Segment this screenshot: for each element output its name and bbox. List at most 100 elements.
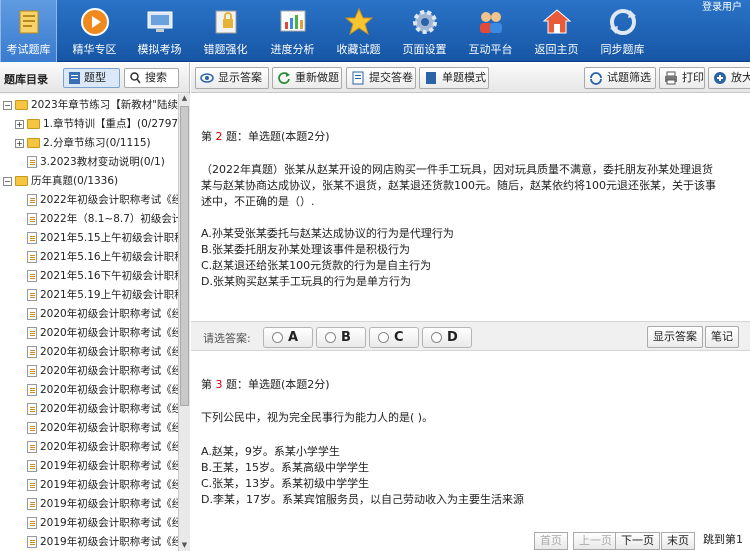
show-answer-button[interactable]: 显示答案 [647, 326, 703, 348]
tree-node-label: 2020年初级会计职称考试《经 [40, 365, 178, 377]
answer-option-b[interactable]: B [316, 327, 366, 348]
tree-node[interactable]: 2020年初级会计职称考试《经 [15, 305, 178, 324]
tree-node[interactable]: 2022年（8.1~8.7）初级会计 [15, 210, 178, 229]
tree-node[interactable]: 2019年初级会计职称考试《经 [15, 533, 178, 551]
scroll-thumb[interactable] [180, 106, 189, 406]
tree-node[interactable]: 2020年初级会计职称考试《经 [15, 438, 178, 457]
question-option: A.赵某，9岁。系某小学学生 [201, 445, 340, 458]
tool-exam-bank[interactable]: 考试题库 [0, 0, 57, 62]
radio-icon [325, 332, 336, 343]
tree-node[interactable]: 2019年初级会计职称考试《经 [15, 476, 178, 495]
submit-button[interactable]: 提交答卷 [346, 67, 416, 89]
page-icon [426, 72, 436, 84]
tool-favorites[interactable]: 收藏试题 [330, 0, 387, 62]
tree-node[interactable]: 2022年初级会计职称考试《经 [15, 191, 178, 210]
login-status[interactable]: 登录用户 [702, 0, 742, 13]
document-icon [27, 441, 37, 453]
tree-node[interactable]: 2020年初级会计职称考试《经 [15, 400, 178, 419]
document-icon [27, 403, 37, 415]
tree-node[interactable]: 2019年初级会计职称考试《经 [15, 495, 178, 514]
search-button[interactable]: 搜索 [124, 68, 179, 88]
document-icon [352, 71, 364, 85]
tool-mock-exam[interactable]: 模拟考场 [131, 0, 188, 62]
collapse-icon[interactable]: − [3, 100, 12, 110]
next-page-button[interactable]: 下一页 [615, 532, 660, 550]
prev-page-button[interactable]: 上一页 [573, 532, 618, 550]
tool-progress[interactable]: 进度分析 [264, 0, 321, 62]
tree-node[interactable]: − 2023年章节练习【新教材"陆续更 [3, 96, 178, 115]
tree-node-label: 2020年初级会计职称考试《经 [40, 403, 178, 415]
answer-option-d[interactable]: D [422, 327, 472, 348]
tree-node[interactable]: 2020年初级会计职称考试《经 [15, 381, 178, 400]
tree-node[interactable]: 2021年5.15上午初级会计职称 [15, 229, 178, 248]
tree-node-label: 2019年初级会计职称考试《经 [40, 536, 178, 548]
question-type-button[interactable]: 题型 [63, 68, 120, 88]
tree-node[interactable]: 2019年初级会计职称考试《经 [15, 514, 178, 533]
folder-icon [27, 138, 40, 148]
tool-home[interactable]: 返回主页 [528, 0, 585, 62]
tree-node[interactable]: 2021年5.16下午初级会计职称 [15, 267, 178, 286]
zoom-in-icon [714, 72, 726, 84]
tool-sync[interactable]: 同步题库 [594, 0, 651, 62]
sync-icon [609, 9, 636, 35]
tree-node[interactable]: +2.分章节练习(0/1115) [15, 134, 151, 153]
tree-node-label: 2020年初级会计职称考试《经 [40, 308, 178, 320]
tree-node[interactable]: 2020年初级会计职称考试《经 [15, 343, 178, 362]
tree-node[interactable]: 2020年初级会计职称考试《经 [15, 419, 178, 438]
tree-node-label: 2020年初级会计职称考试《经 [40, 384, 178, 396]
answer-option-a[interactable]: A [263, 327, 313, 348]
document-icon [27, 251, 37, 263]
collapse-icon[interactable]: − [3, 176, 12, 186]
tree-node[interactable]: +1.章节特训【重点】(0/2797 [15, 115, 178, 134]
tree-node-label: 1.章节特训【重点】(0/2797 [43, 118, 178, 130]
zoom-in-button[interactable]: 放大 [708, 67, 750, 89]
note-button[interactable]: 笔记 [705, 326, 739, 348]
tool-page-settings[interactable]: 页面设置 [396, 0, 453, 62]
document-icon [27, 479, 37, 491]
question-option: D.李某，17岁。系某宾馆服务员，以自己劳动收入为主要生活来源 [201, 493, 524, 506]
tree-node[interactable]: 2020年初级会计职称考试《经 [15, 362, 178, 381]
chapter-tree: −2023年章节练习【新教材"陆续更 +1.章节特训【重点】(0/2797 +2.分… [0, 94, 178, 551]
document-icon [27, 156, 37, 168]
tree-node-label: 历年真题(0/1336) [31, 175, 119, 187]
single-mode-button[interactable]: 单题模式 [419, 67, 489, 89]
expand-icon[interactable]: + [15, 119, 24, 129]
filter-button[interactable]: 试题筛选 [584, 67, 656, 89]
tool-highlights[interactable]: 精华专区 [66, 0, 123, 62]
panel-header: 题库目录 题型 搜索 [0, 63, 189, 93]
book-icon [19, 10, 38, 34]
home-icon [542, 9, 571, 34]
tree-node[interactable]: 2021年5.16上午初级会计职称 [15, 248, 178, 267]
tree-node[interactable]: 2019年初级会计职称考试《经 [15, 457, 178, 476]
answer-option-c[interactable]: C [369, 327, 419, 348]
scroll-down-icon[interactable]: ▼ [180, 541, 189, 551]
question-option: A.孙某受张某委托与赵某达成协议的行为是代理行为 [201, 227, 454, 240]
tree-node[interactable]: 3.2023教材变动说明(0/1) [15, 153, 165, 172]
folder-icon [15, 100, 28, 110]
tool-interactive[interactable]: 互动平台 [462, 0, 519, 62]
eye-icon [200, 73, 214, 83]
last-page-button[interactable]: 末页 [661, 532, 695, 550]
tool-label: 页面设置 [402, 43, 447, 56]
expand-icon[interactable]: + [15, 138, 24, 148]
show-answer-button[interactable]: 显示答案 [195, 67, 269, 89]
question-area: 显示答案 重新做题 提交答卷 单题模式 试题筛选 打印 放大 第 2 题：单选题… [191, 63, 750, 551]
tree-node[interactable]: 2021年5.19上午初级会计职称 [15, 286, 178, 305]
first-page-button[interactable]: 首页 [534, 532, 568, 550]
print-button[interactable]: 打印 [659, 67, 705, 89]
jump-to-page[interactable]: 跳到第1 [698, 532, 748, 550]
question-number: 2 [215, 130, 223, 143]
document-icon [27, 327, 37, 339]
document-icon [27, 517, 37, 529]
document-icon [27, 213, 37, 225]
tree-node[interactable]: − 历年真题(0/1336) [3, 172, 118, 191]
tree-scrollbar[interactable]: ▲ ▼ [178, 94, 190, 551]
tree-node-label: 2021年5.16上午初级会计职称 [40, 251, 178, 263]
question-option: D.张某购买赵某手工玩具的行为是单方行为 [201, 275, 411, 288]
redo-button[interactable]: 重新做题 [272, 67, 342, 89]
document-icon [27, 232, 37, 244]
tree-node[interactable]: 2020年初级会计职称考试《经 [15, 324, 178, 343]
scroll-up-icon[interactable]: ▲ [180, 94, 189, 104]
tool-wrong-questions[interactable]: 错题强化 [197, 0, 254, 62]
tree-node-label: 2021年5.19上午初级会计职称 [40, 289, 178, 301]
